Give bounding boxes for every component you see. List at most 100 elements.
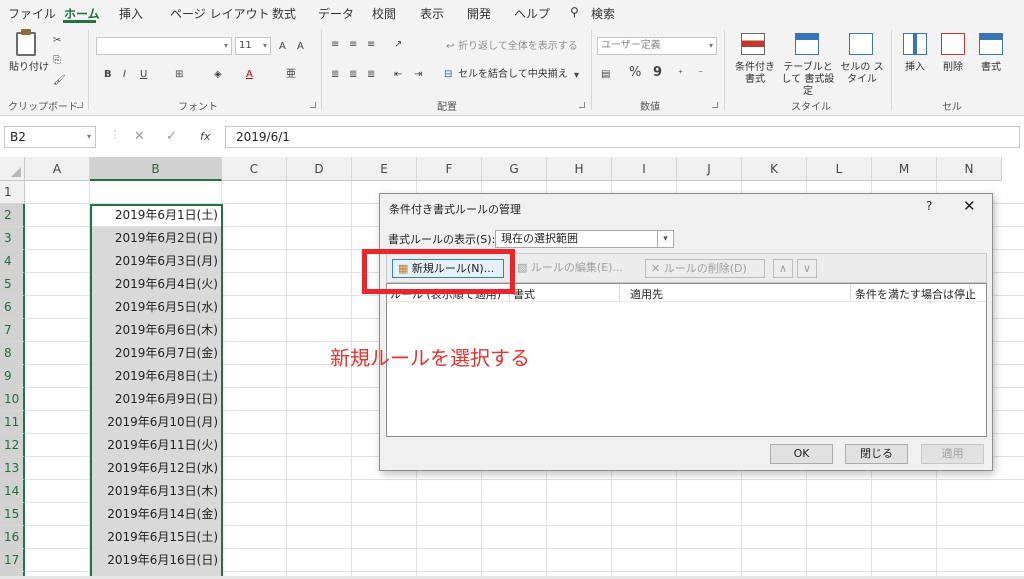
- font-name-combo[interactable]: ▾: [96, 37, 232, 55]
- close-icon[interactable]: ✕: [963, 197, 976, 215]
- delete-cells-button[interactable]: 削除: [943, 62, 963, 74]
- format-painter-icon[interactable]: 🖌: [53, 74, 66, 88]
- column-header-k[interactable]: K: [742, 157, 807, 181]
- cell-b6[interactable]: 2019年6月5日(水): [90, 296, 222, 319]
- clipboard-launcher-icon[interactable]: [77, 102, 83, 108]
- search-icon[interactable]: ⚲: [570, 5, 579, 19]
- tab-view[interactable]: 表示: [420, 5, 444, 22]
- column-header-c[interactable]: C: [222, 157, 287, 181]
- delete-rule-button[interactable]: ✕ ルールの削除(D): [645, 259, 765, 278]
- cell-b15[interactable]: 2019年6月14日(金): [90, 503, 222, 526]
- row-header[interactable]: 11: [0, 411, 25, 434]
- cell-styles-icon[interactable]: [849, 33, 873, 55]
- tab-page-layout[interactable]: ページ レイアウト: [170, 5, 270, 22]
- cell-b7[interactable]: 2019年6月6日(木): [90, 319, 222, 342]
- tab-file[interactable]: ファイル: [8, 5, 56, 22]
- column-header-l[interactable]: L: [807, 157, 872, 181]
- cell-styles-button[interactable]: セルの スタイル: [838, 62, 886, 86]
- number-launcher-icon[interactable]: [712, 102, 718, 108]
- show-rules-select[interactable]: 現在の選択範囲 ▾: [495, 230, 674, 248]
- row-header[interactable]: 9: [0, 365, 25, 388]
- column-header-f[interactable]: F: [417, 157, 482, 181]
- font-launcher-icon[interactable]: [310, 102, 316, 108]
- formula-input[interactable]: 2019/6/1: [225, 126, 1020, 148]
- row-header[interactable]: 3: [0, 227, 25, 250]
- shrink-font-icon[interactable]: A: [297, 40, 304, 54]
- row-header[interactable]: 8: [0, 342, 25, 365]
- cut-icon[interactable]: ✂: [53, 34, 61, 48]
- align-left-icon[interactable]: ≣: [331, 68, 339, 82]
- apply-button[interactable]: 適用: [921, 444, 984, 464]
- cell-b16[interactable]: 2019年6月15日(土): [90, 526, 222, 549]
- alignment-launcher-icon[interactable]: [579, 102, 585, 108]
- column-header-stop-if-true[interactable]: 条件を満たす場合は停止: [855, 286, 976, 302]
- row-header[interactable]: 15: [0, 503, 25, 526]
- row-header[interactable]: 12: [0, 434, 25, 457]
- insert-cells-icon[interactable]: [903, 33, 927, 55]
- tab-review[interactable]: 校閲: [372, 5, 396, 22]
- tab-formulas[interactable]: 数式: [272, 5, 296, 22]
- row-header[interactable]: 7: [0, 319, 25, 342]
- cell-b2[interactable]: 2019年6月1日(土): [90, 204, 222, 227]
- column-header-m[interactable]: M: [872, 157, 937, 181]
- column-header-a[interactable]: A: [25, 157, 90, 181]
- copy-icon[interactable]: ⎘: [53, 54, 61, 68]
- select-all-button[interactable]: [0, 157, 25, 181]
- percent-style-button[interactable]: %: [629, 66, 641, 80]
- column-header-n[interactable]: N: [937, 157, 1002, 181]
- paste-button[interactable]: 貼り付け: [9, 62, 49, 74]
- row-header[interactable]: 16: [0, 526, 25, 549]
- column-header-rule[interactable]: ルール (表示順で適用): [390, 286, 501, 302]
- orientation-icon[interactable]: ↗: [394, 38, 402, 52]
- insert-function-icon[interactable]: fx: [200, 130, 210, 143]
- move-up-button[interactable]: ∧: [773, 259, 793, 278]
- merge-center-icon[interactable]: ⊟: [444, 68, 452, 82]
- enter-icon[interactable]: ✓: [166, 129, 177, 144]
- column-header-h[interactable]: H: [547, 157, 612, 181]
- align-top-icon[interactable]: ≡: [331, 38, 339, 52]
- name-box[interactable]: B2 ▾: [4, 126, 96, 148]
- chevron-down-icon[interactable]: ▾: [657, 231, 673, 247]
- italic-button[interactable]: I: [123, 68, 126, 82]
- fill-color-icon[interactable]: ◈: [214, 68, 222, 82]
- row-header[interactable]: 17: [0, 549, 25, 572]
- move-down-button[interactable]: ∨: [797, 259, 817, 278]
- merge-center-button[interactable]: セルを結合して中央揃え: [458, 69, 568, 81]
- format-as-table-icon[interactable]: [795, 33, 819, 55]
- tab-developer[interactable]: 開発: [467, 5, 491, 22]
- row-header[interactable]: 13: [0, 457, 25, 480]
- merge-dropdown-icon[interactable]: ▾: [574, 69, 579, 83]
- bold-button[interactable]: B: [104, 68, 112, 82]
- format-as-table-button[interactable]: テーブルとして 書式設定: [780, 62, 836, 98]
- row-header[interactable]: 4: [0, 250, 25, 273]
- cell-b8[interactable]: 2019年6月7日(金): [90, 342, 222, 365]
- tab-insert[interactable]: 挿入: [119, 5, 143, 22]
- row-header[interactable]: 5: [0, 273, 25, 296]
- row-header[interactable]: 14: [0, 480, 25, 503]
- cell-b12[interactable]: 2019年6月11日(火): [90, 434, 222, 457]
- row-header[interactable]: 6: [0, 296, 25, 319]
- decrease-indent-icon[interactable]: ⇤: [394, 68, 402, 82]
- cell-b4[interactable]: 2019年6月3日(月): [90, 250, 222, 273]
- insert-cells-button[interactable]: 挿入: [905, 62, 925, 74]
- cell-b3[interactable]: 2019年6月2日(日): [90, 227, 222, 250]
- phonetic-icon[interactable]: 亜: [286, 68, 296, 82]
- conditional-format-icon[interactable]: [741, 33, 765, 55]
- close-button[interactable]: 閉じる: [845, 444, 908, 464]
- increase-indent-icon[interactable]: ⇥: [414, 68, 422, 82]
- ok-button[interactable]: OK: [770, 444, 833, 464]
- cell-b13[interactable]: 2019年6月12日(水): [90, 457, 222, 480]
- cell-b11[interactable]: 2019年6月10日(月): [90, 411, 222, 434]
- font-color-icon[interactable]: A: [246, 68, 253, 82]
- cell-b14[interactable]: 2019年6月13日(木): [90, 480, 222, 503]
- number-format-combo[interactable]: ユーザー定義 ▾: [597, 37, 717, 55]
- wrap-text-button[interactable]: 折り返して全体を表示する: [458, 41, 578, 53]
- align-middle-icon[interactable]: ≡: [349, 38, 357, 52]
- comma-style-button[interactable]: 9: [653, 66, 662, 80]
- row-header[interactable]: 1: [0, 181, 25, 204]
- edit-rule-button[interactable]: ▧ ルールの編集(E)...: [512, 259, 630, 278]
- column-header-j[interactable]: J: [677, 157, 742, 181]
- cancel-icon[interactable]: ✕: [134, 129, 145, 144]
- tab-data[interactable]: データ: [318, 5, 354, 22]
- column-header-e[interactable]: E: [352, 157, 417, 181]
